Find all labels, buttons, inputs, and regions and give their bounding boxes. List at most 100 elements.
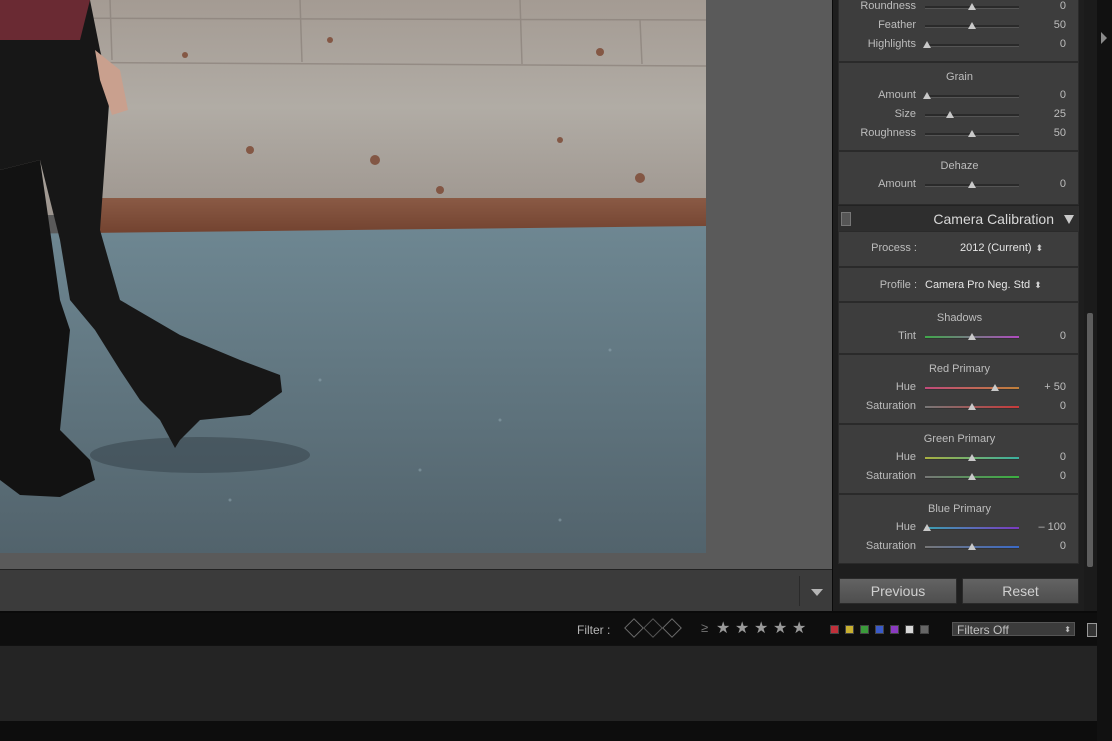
slider-track[interactable]	[923, 92, 1019, 99]
slider-thumb[interactable]	[968, 22, 976, 29]
color-label-filter[interactable]	[890, 625, 899, 634]
updown-icon: ⬍	[1064, 625, 1071, 634]
star-1-icon[interactable]: ★	[716, 618, 730, 638]
slider-value[interactable]: 0	[1016, 38, 1066, 50]
slider-track[interactable]	[925, 130, 1019, 137]
slider-track[interactable]	[925, 454, 1019, 461]
slider-thumb[interactable]	[968, 130, 976, 137]
slider-thumb[interactable]	[968, 403, 976, 410]
filters-preset-select[interactable]: Filters Off ⬍	[952, 622, 1075, 637]
slider-track[interactable]	[925, 181, 1019, 188]
slider-value[interactable]: 25	[1016, 108, 1066, 120]
slider-track[interactable]	[925, 384, 1019, 391]
slider-track[interactable]	[925, 403, 1019, 410]
camera-calibration-header[interactable]: Camera Calibration	[838, 205, 1079, 232]
slider-value[interactable]: 0	[1016, 89, 1066, 101]
profile-select[interactable]: Camera Pro Neg. Std ⬍	[925, 279, 1042, 291]
lock-icon[interactable]	[1087, 623, 1097, 637]
slider-track[interactable]	[925, 22, 1019, 29]
flag-unflagged-icon[interactable]	[643, 618, 663, 638]
panel-switch-toggle[interactable]	[841, 212, 851, 226]
slider-thumb[interactable]	[968, 181, 976, 188]
panel-scrollbar[interactable]	[1084, 0, 1097, 611]
collapse-triangle-icon[interactable]	[1064, 215, 1074, 224]
slider-value[interactable]: 0	[1016, 0, 1066, 12]
slider-thumb[interactable]	[968, 543, 976, 550]
star-3-icon[interactable]: ★	[754, 618, 768, 638]
updown-icon: ⬍	[1035, 243, 1044, 253]
color-label-filter[interactable]	[905, 625, 914, 634]
grain-roughness-slider-row: Roughness 50	[838, 127, 1079, 141]
slider-value[interactable]: 50	[1016, 19, 1066, 31]
slider-thumb[interactable]	[923, 524, 931, 531]
slider-track[interactable]	[925, 3, 1019, 10]
reset-button[interactable]: Reset	[962, 578, 1079, 604]
slider-thumb[interactable]	[968, 333, 976, 340]
filters-preset-value: Filters Off	[957, 623, 1009, 637]
previous-button[interactable]: Previous	[839, 578, 957, 604]
effects_top-highlights-slider-row: Highlights 0	[838, 38, 1079, 52]
red-primary-title: Red Primary	[928, 363, 991, 375]
filmstrip[interactable]	[0, 645, 1097, 722]
slider-value[interactable]: 50	[1016, 127, 1066, 139]
slider-value[interactable]: 0	[1016, 470, 1066, 482]
slider-label: Hue	[895, 451, 916, 463]
slider-label: Amount	[878, 178, 916, 190]
slider-value[interactable]: – 100	[1016, 521, 1066, 533]
color-label-filter[interactable]	[845, 625, 854, 634]
slider-label: Saturation	[865, 540, 916, 552]
process-label: Process :	[871, 242, 917, 254]
slider-thumb[interactable]	[968, 3, 976, 10]
slider-track[interactable]	[925, 473, 1019, 480]
toolbar	[0, 569, 832, 611]
star-5-icon[interactable]: ★	[792, 618, 806, 638]
slider-thumb[interactable]	[968, 473, 976, 480]
slider-value[interactable]: 0	[1016, 330, 1066, 342]
shadows-section: Shadows	[838, 302, 1079, 354]
grain-amount-slider-row: Amount 0	[838, 89, 1079, 103]
blue-hue-slider-row: Hue – 100	[838, 521, 1079, 535]
slider-track[interactable]	[923, 41, 1019, 48]
slider-value[interactable]: + 50	[1016, 381, 1066, 393]
scrollbar-thumb[interactable]	[1087, 313, 1093, 567]
slider-thumb[interactable]	[923, 92, 931, 99]
profile-label: Profile :	[879, 279, 917, 291]
collapse-panel-arrow-icon[interactable]	[1101, 32, 1107, 44]
process-section: Process : 2012 (Current) ⬍	[838, 231, 1079, 267]
slider-thumb[interactable]	[990, 384, 999, 391]
star-4-icon[interactable]: ★	[773, 618, 787, 638]
slider-track[interactable]	[925, 543, 1019, 550]
rating-operator[interactable]: ≥	[701, 620, 708, 635]
slider-value[interactable]: 0	[1016, 178, 1066, 190]
updown-icon: ⬍	[1034, 280, 1042, 290]
grain-size-slider-row: Size 25	[838, 108, 1079, 122]
profile-section: Profile : Camera Pro Neg. Std ⬍	[838, 267, 1079, 302]
slider-value[interactable]: 0	[1016, 451, 1066, 463]
toolbar-content-toggle[interactable]	[799, 576, 828, 606]
color-label-filter[interactable]	[875, 625, 884, 634]
right-edge-strip	[1097, 0, 1112, 741]
star-2-icon[interactable]: ★	[735, 618, 749, 638]
slider-label: Amount	[878, 89, 916, 101]
flag-rejected-icon[interactable]	[662, 618, 682, 638]
filter-label: Filter :	[577, 623, 611, 637]
slider-thumb[interactable]	[945, 111, 954, 118]
slider-thumb[interactable]	[968, 454, 976, 461]
slider-track[interactable]	[923, 524, 1019, 531]
color-label-filter[interactable]	[860, 625, 869, 634]
slider-track[interactable]	[925, 333, 1019, 340]
flag-picked-icon[interactable]	[624, 618, 644, 638]
slider-label: Feather	[878, 19, 916, 31]
slider-track[interactable]	[925, 111, 1019, 118]
dehaze-amount-slider-row: Amount 0	[838, 178, 1079, 192]
slider-label: Saturation	[865, 470, 916, 482]
slider-value[interactable]: 0	[1016, 540, 1066, 552]
slider-thumb[interactable]	[923, 41, 931, 48]
slider-label: Roughness	[860, 127, 916, 139]
photo-canvas[interactable]	[0, 0, 832, 569]
process-select[interactable]: 2012 (Current) ⬍	[960, 242, 1043, 254]
profile-value: Camera Pro Neg. Std	[925, 279, 1031, 291]
color-label-filter[interactable]	[920, 625, 929, 634]
slider-value[interactable]: 0	[1016, 400, 1066, 412]
color-label-filter[interactable]	[830, 625, 839, 634]
